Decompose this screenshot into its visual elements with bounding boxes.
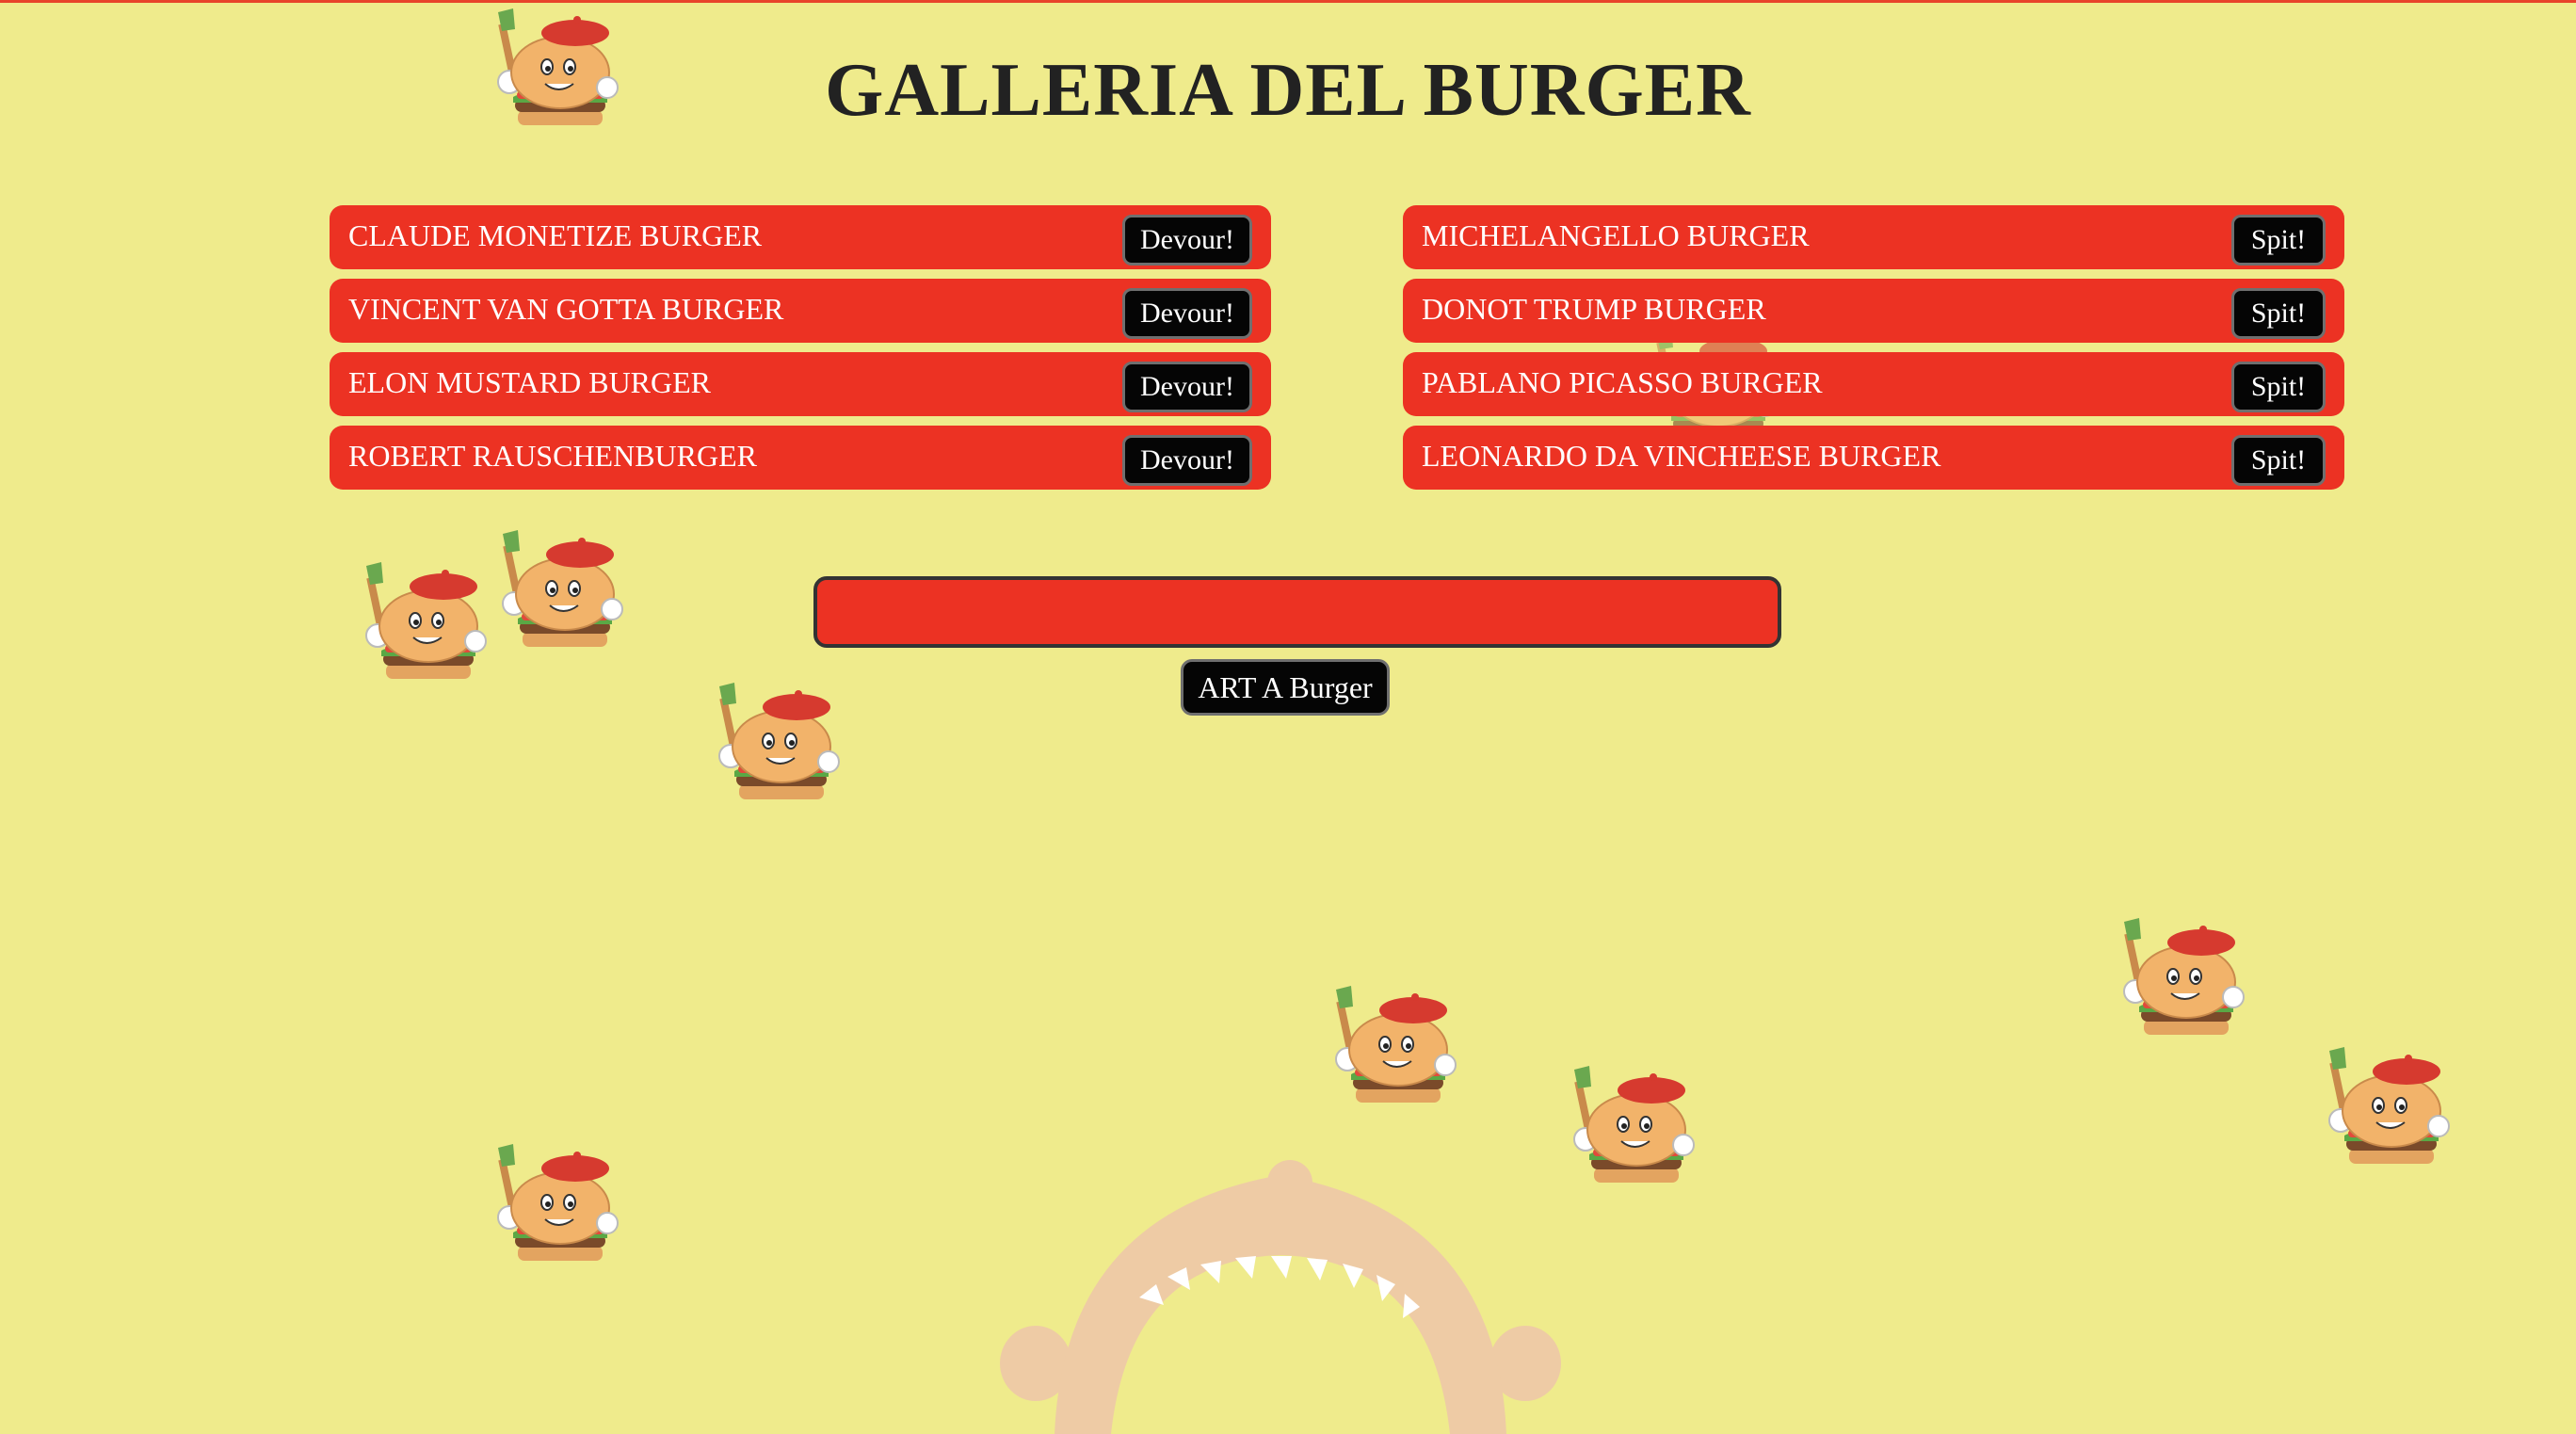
devoured-burger-row: PABLANO PICASSO BURGER Spit! bbox=[1403, 352, 2344, 416]
devoured-burger-row: DONOT TRUMP BURGER Spit! bbox=[1403, 279, 2344, 343]
artist-burger-mascot-icon bbox=[706, 679, 847, 820]
spit-button[interactable]: Spit! bbox=[2231, 362, 2326, 412]
artist-burger-mascot-icon bbox=[490, 526, 631, 668]
devoured-burger-row: MICHELANGELLO BURGER Spit! bbox=[1403, 205, 2344, 269]
page-title: GALLERIA DEL BURGER bbox=[825, 49, 1751, 132]
spit-button[interactable]: Spit! bbox=[2231, 435, 2326, 486]
burger-name: DONOT TRUMP BURGER bbox=[1422, 292, 1766, 326]
devour-button[interactable]: Devour! bbox=[1122, 362, 1252, 412]
open-mouth-icon bbox=[1000, 1160, 1561, 1434]
burger-name: VINCENT VAN GOTTA BURGER bbox=[348, 292, 784, 326]
burger-name: ELON MUSTARD BURGER bbox=[348, 365, 712, 399]
spit-button[interactable]: Spit! bbox=[2231, 288, 2326, 339]
spit-button[interactable]: Spit! bbox=[2231, 215, 2326, 266]
devour-button[interactable]: Devour! bbox=[1122, 215, 1252, 266]
burger-name: CLAUDE MONETIZE BURGER bbox=[348, 218, 763, 252]
artist-burger-mascot-icon bbox=[1323, 982, 1464, 1123]
artist-burger-mascot-icon bbox=[1561, 1062, 1702, 1203]
burger-name: PABLANO PICASSO BURGER bbox=[1422, 365, 1823, 399]
burger-name: MICHELANGELLO BURGER bbox=[1422, 218, 1810, 252]
uneaten-burger-row: ELON MUSTARD BURGER Devour! bbox=[330, 352, 1271, 416]
burger-name: ROBERT RAUSCHENBURGER bbox=[348, 439, 757, 473]
uneaten-burger-row: ROBERT RAUSCHENBURGER Devour! bbox=[330, 426, 1271, 490]
artist-burger-mascot-icon bbox=[2316, 1043, 2457, 1184]
art-a-burger-button[interactable]: ART A Burger bbox=[1181, 659, 1390, 716]
uneaten-burger-row: VINCENT VAN GOTTA BURGER Devour! bbox=[330, 279, 1271, 343]
uneaten-burger-row: CLAUDE MONETIZE BURGER Devour! bbox=[330, 205, 1271, 269]
burger-name-input[interactable] bbox=[813, 576, 1781, 648]
devour-button[interactable]: Devour! bbox=[1122, 288, 1252, 339]
artist-burger-mascot-icon bbox=[353, 558, 494, 700]
devour-button[interactable]: Devour! bbox=[1122, 435, 1252, 486]
devoured-burger-row: LEONARDO DA VINCHEESE BURGER Spit! bbox=[1403, 426, 2344, 490]
burger-name: LEONARDO DA VINCHEESE BURGER bbox=[1422, 439, 1941, 473]
artist-burger-mascot-icon bbox=[485, 1140, 626, 1281]
artist-burger-mascot-icon bbox=[2111, 914, 2252, 1055]
